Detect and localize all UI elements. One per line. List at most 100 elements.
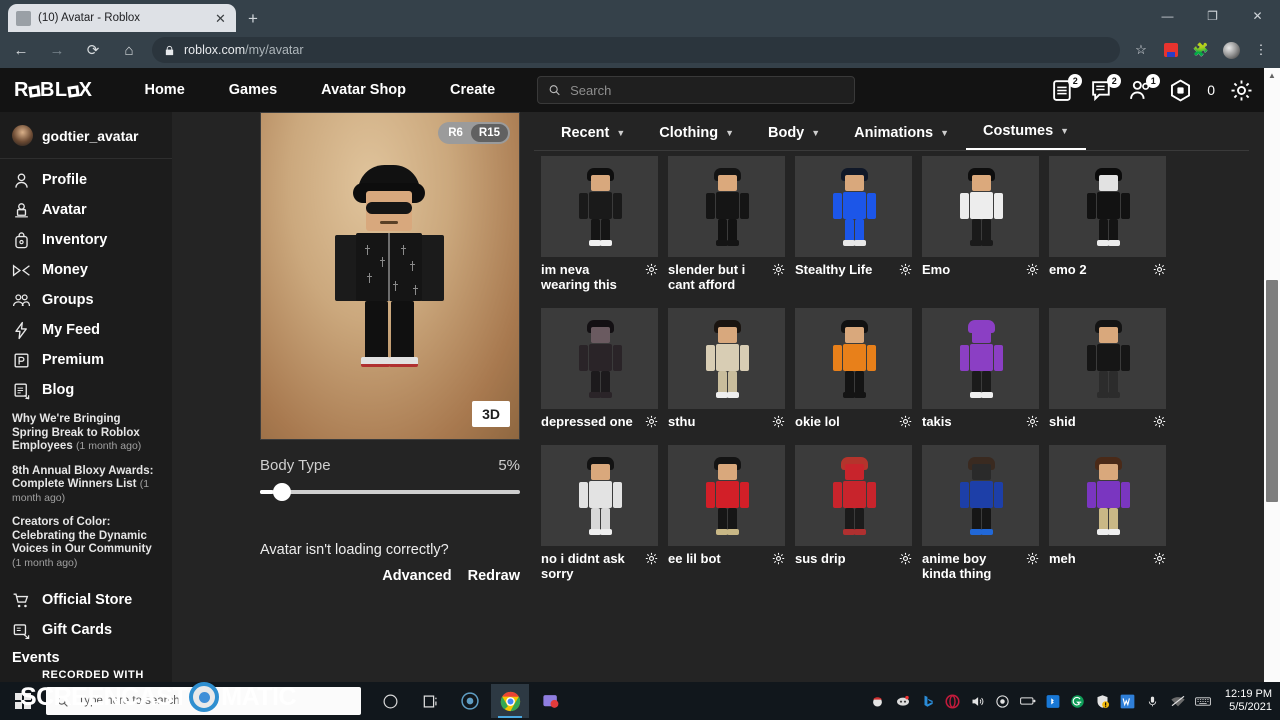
security-icon[interactable]: [1095, 693, 1111, 709]
gear-icon[interactable]: [1026, 263, 1039, 276]
cortana-icon[interactable]: [371, 684, 409, 718]
body-type-slider[interactable]: [260, 483, 520, 501]
costume-card[interactable]: shid: [1044, 308, 1171, 429]
gear-icon[interactable]: [1153, 552, 1166, 565]
costume-thumbnail[interactable]: [795, 156, 912, 257]
gear-icon[interactable]: [899, 263, 912, 276]
chrome-icon[interactable]: [491, 684, 529, 718]
blog-post[interactable]: Why We're Bringing Spring Break to Roblo…: [12, 413, 160, 454]
costume-thumbnail[interactable]: [541, 308, 658, 409]
tab-animations[interactable]: Animations ▼: [837, 125, 966, 150]
arrow-right-icon[interactable]: →: [42, 35, 72, 65]
costume-thumbnail[interactable]: [922, 308, 1039, 409]
battery-icon[interactable]: [1020, 693, 1036, 709]
costume-thumbnail[interactable]: [795, 308, 912, 409]
new-tab-button[interactable]: +: [242, 8, 264, 30]
roblox-logo[interactable]: R BL X: [14, 79, 92, 102]
costume-card[interactable]: sthu: [663, 308, 790, 429]
costume-card[interactable]: ee lil bot: [663, 445, 790, 581]
address-bar[interactable]: roblox.com/my/avatar: [152, 37, 1120, 63]
sidebar-item-events[interactable]: Events: [0, 645, 172, 671]
costume-thumbnail[interactable]: [541, 445, 658, 546]
slider-track[interactable]: [260, 490, 520, 494]
close-icon[interactable]: ✕: [213, 11, 228, 26]
recorder-icon[interactable]: [451, 684, 489, 718]
costume-card[interactable]: emo 2: [1044, 156, 1171, 292]
sidebar-item-groups[interactable]: Groups: [0, 285, 172, 315]
bluetooth-icon[interactable]: [1045, 693, 1061, 709]
friends-icon[interactable]: 1: [1129, 73, 1161, 103]
costume-card[interactable]: sus drip: [790, 445, 917, 581]
costume-card[interactable]: im neva wearing this: [536, 156, 663, 292]
page-scrollbar[interactable]: ▲ ▼: [1264, 68, 1280, 720]
santa-icon[interactable]: [870, 693, 886, 709]
gear-icon[interactable]: [899, 415, 912, 428]
sidebar-item-inventory[interactable]: Inventory: [0, 225, 172, 255]
grammarly-icon[interactable]: [1070, 693, 1086, 709]
costume-thumbnail[interactable]: [1049, 156, 1166, 257]
home-icon[interactable]: ⌂: [114, 35, 144, 65]
costume-thumbnail[interactable]: [541, 156, 658, 257]
tab-clothing[interactable]: Clothing ▼: [642, 125, 751, 150]
volume-icon[interactable]: [970, 693, 986, 709]
robux-icon[interactable]: [1168, 78, 1193, 103]
star-icon[interactable]: ☆: [1128, 37, 1154, 63]
three-dots-icon[interactable]: ⋮: [1248, 37, 1274, 63]
nav-item-games[interactable]: Games: [207, 82, 299, 98]
costume-thumbnail[interactable]: [922, 156, 1039, 257]
sidebar-item-money[interactable]: Money: [0, 255, 172, 285]
costume-card[interactable]: slender but i cant afford: [663, 156, 790, 292]
costume-card[interactable]: no i didnt ask sorry: [536, 445, 663, 581]
blog-post[interactable]: Creators of Color: Celebrating the Dynam…: [12, 516, 160, 570]
wondershare-icon[interactable]: [1120, 693, 1136, 709]
rig-type-toggle[interactable]: R6 R15: [438, 122, 510, 144]
costume-card[interactable]: Stealthy Life: [790, 156, 917, 292]
costume-thumbnail[interactable]: [1049, 308, 1166, 409]
photos-icon[interactable]: [531, 684, 569, 718]
costume-card[interactable]: Emo: [917, 156, 1044, 292]
taskbar-clock[interactable]: 12:19 PM 5/5/2021: [1225, 688, 1272, 714]
gear-icon[interactable]: [645, 263, 658, 276]
sidebar-user[interactable]: godtier_avatar: [0, 118, 172, 159]
costume-thumbnail[interactable]: [668, 308, 785, 409]
costume-card[interactable]: takis: [917, 308, 1044, 429]
tab-costumes[interactable]: Costumes ▼: [966, 123, 1087, 150]
nav-item-avatar-shop[interactable]: Avatar Shop: [299, 82, 428, 98]
scrollbar-thumb[interactable]: [1266, 280, 1278, 502]
gear-icon[interactable]: [1026, 552, 1039, 565]
nav-item-home[interactable]: Home: [122, 82, 206, 98]
costume-thumbnail[interactable]: [668, 445, 785, 546]
tab-body[interactable]: Body ▼: [751, 125, 837, 150]
redraw-button[interactable]: Redraw: [468, 568, 520, 584]
minimize-icon[interactable]: —: [1145, 0, 1190, 32]
gear-icon[interactable]: [1153, 415, 1166, 428]
gear-icon[interactable]: [772, 263, 785, 276]
bing-icon[interactable]: [920, 693, 936, 709]
costume-card[interactable]: depressed one: [536, 308, 663, 429]
recording-icon[interactable]: [995, 693, 1011, 709]
rig-option-r15[interactable]: R15: [470, 124, 508, 142]
gear-icon[interactable]: [899, 552, 912, 565]
costume-thumbnail[interactable]: [668, 156, 785, 257]
microphone-icon[interactable]: [1145, 693, 1161, 709]
maximize-icon[interactable]: ❐: [1190, 0, 1235, 32]
costume-thumbnail[interactable]: [922, 445, 1039, 546]
costume-thumbnail[interactable]: [1049, 445, 1166, 546]
start-button[interactable]: [0, 682, 46, 720]
gear-icon[interactable]: [772, 552, 785, 565]
reload-icon[interactable]: ⟳: [78, 35, 108, 65]
gear-icon[interactable]: [1229, 78, 1254, 103]
discord-icon[interactable]: [895, 693, 911, 709]
sidebar-item-premium[interactable]: Premium: [0, 345, 172, 375]
gear-icon[interactable]: [645, 552, 658, 565]
gear-icon[interactable]: [1153, 263, 1166, 276]
extension-icon[interactable]: [1158, 37, 1184, 63]
sidebar-item-my-feed[interactable]: My Feed: [0, 315, 172, 345]
gear-icon[interactable]: [1026, 415, 1039, 428]
sidebar-item-blog[interactable]: Blog: [0, 375, 172, 405]
tab-recent[interactable]: Recent ▼: [544, 125, 642, 150]
gear-icon[interactable]: [772, 415, 785, 428]
network-icon[interactable]: [1170, 693, 1186, 709]
sidebar-item-avatar[interactable]: Avatar: [0, 195, 172, 225]
messages-icon[interactable]: 2: [1090, 73, 1122, 103]
